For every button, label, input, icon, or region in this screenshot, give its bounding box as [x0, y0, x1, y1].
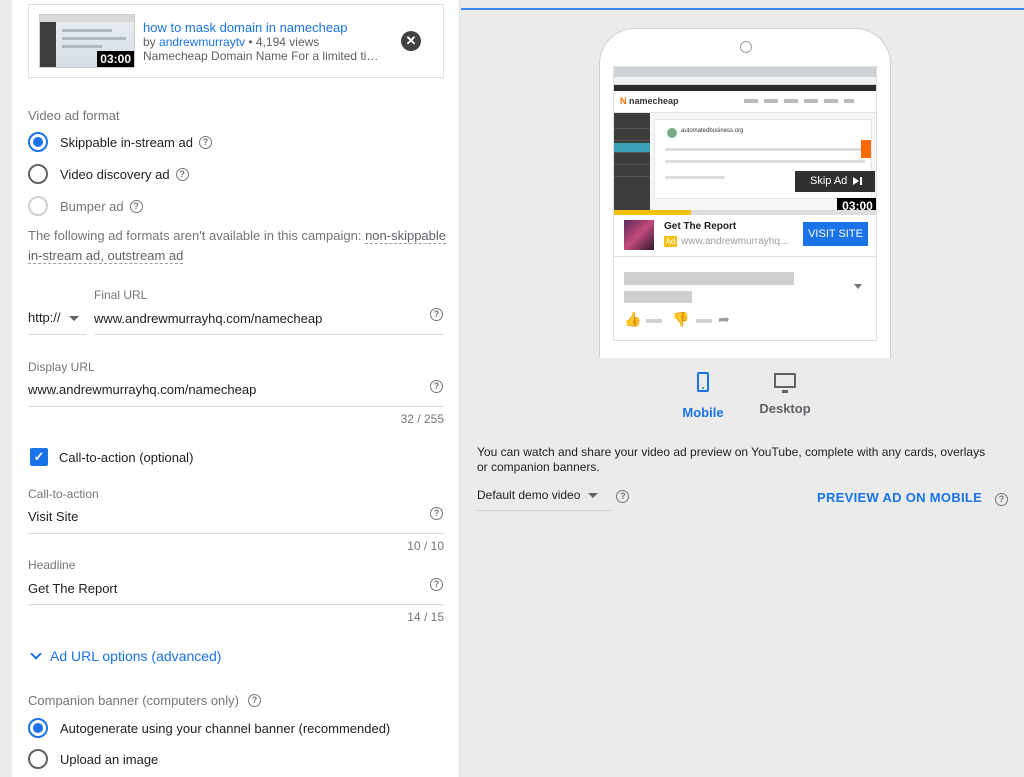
site-sidebar [614, 113, 650, 215]
preview-info-text: You can watch and share your video ad pr… [477, 445, 986, 474]
format-skippable-radio[interactable]: Skippable in-stream ad ? [28, 130, 212, 154]
expand-caret-icon [854, 284, 862, 289]
unavailable-formats-note: The following ad formats aren't availabl… [28, 228, 447, 264]
display-url-input[interactable]: www.andrewmurrayhq.com/namecheap [28, 382, 256, 397]
dropdown-caret-icon [588, 493, 599, 499]
video-thumbnail[interactable]: 03:00 [39, 14, 135, 68]
cta-overlay: Get The Report Ad www.andrewmurrayhq... … [614, 215, 876, 257]
headline-counter: 14 / 15 [407, 610, 444, 624]
visit-site-button[interactable]: VISIT SITE [803, 222, 868, 246]
radio-button[interactable] [28, 749, 48, 769]
help-icon[interactable]: ? [248, 693, 261, 707]
mobile-preview-screen: N namecheap automatedbusiness.org Skip A… [613, 66, 877, 341]
remove-video-close-icon[interactable]: ✕ [401, 31, 421, 51]
preview-ad-on-mobile-button[interactable]: PREVIEW AD ON MOBILE? [817, 490, 1009, 506]
site-domain-text: automatedbusiness.org [681, 128, 744, 134]
placeholder-subtitle-bar [624, 291, 692, 303]
dropdown-caret-icon [68, 316, 79, 322]
final-url-label: Final URL [94, 288, 148, 302]
cta-headline: Get The Report [664, 221, 737, 232]
video-meta: by andrewmurraytv • 4,194 views [143, 35, 320, 49]
channel-link[interactable]: andrewmurraytv [159, 35, 245, 49]
cta-checkbox[interactable]: ✓ [30, 448, 48, 466]
format-bumper-radio: Bumper ad ? [28, 194, 143, 218]
help-icon[interactable]: ? [616, 490, 630, 503]
monitor-icon [774, 373, 796, 393]
cta-input[interactable]: Visit Site [28, 509, 78, 524]
placeholder-title-bar [624, 272, 794, 285]
video-ad-format-label: Video ad format [28, 108, 120, 123]
panel-top-border [461, 8, 1024, 10]
headline-label: Headline [28, 558, 76, 572]
phone-icon [697, 372, 709, 392]
protocol-select[interactable]: http:// [28, 310, 79, 325]
chevron-down-icon [30, 648, 42, 660]
like-icon: 👍 [624, 311, 642, 327]
cta-display-url: www.andrewmurrayhq... [681, 236, 789, 247]
help-icon[interactable]: ? [430, 308, 443, 321]
companion-banner-label: Companion banner (computers only) ? [28, 688, 261, 712]
cta-counter: 10 / 10 [407, 539, 444, 553]
video-description: Namecheap Domain Name For a limited ti… [143, 49, 379, 63]
skip-icon [853, 177, 860, 186]
preview-video-player[interactable]: N namecheap automatedbusiness.org Skip A… [614, 67, 876, 215]
headline-input[interactable]: Get The Report [28, 581, 117, 596]
ad-preview-panel: N namecheap automatedbusiness.org Skip A… [461, 0, 1024, 777]
video-title-link[interactable]: how to mask domain in namecheap [143, 20, 348, 35]
help-icon[interactable]: ? [129, 199, 143, 213]
demo-video-select[interactable]: Default demo video? [477, 488, 630, 503]
ad-badge: Ad [664, 236, 677, 247]
ad-form-panel: 03:00 how to mask domain in namecheap by… [12, 0, 460, 777]
radio-button-selected[interactable] [28, 718, 48, 738]
display-url-label: Display URL [28, 360, 95, 374]
help-icon[interactable]: ? [430, 578, 443, 591]
help-icon[interactable]: ? [430, 380, 443, 393]
final-url-input[interactable]: www.andrewmurrayhq.com/namecheap [94, 311, 322, 326]
share-icon: ➦ [718, 311, 730, 327]
channel-thumbnail [624, 220, 654, 250]
format-discovery-radio[interactable]: Video discovery ad ? [28, 162, 189, 186]
radio-button-disabled [28, 196, 48, 216]
companion-upload-radio[interactable]: Upload an image [28, 747, 158, 771]
companion-autogenerate-radio[interactable]: Autogenerate using your channel banner (… [28, 716, 390, 740]
desktop-device-button[interactable]: Desktop [745, 372, 825, 416]
cta-label: Call-to-action [28, 487, 99, 501]
radio-button-selected[interactable] [28, 132, 48, 152]
display-url-counter: 32 / 255 [400, 412, 444, 426]
help-icon[interactable]: ? [430, 507, 443, 520]
mobile-device-button[interactable]: Mobile [663, 372, 743, 420]
skip-ad-button[interactable]: Skip Ad [795, 171, 875, 192]
namecheap-logo: N namecheap [620, 96, 679, 106]
dislike-icon: 👎 [672, 311, 690, 327]
selected-video-card[interactable]: 03:00 how to mask domain in namecheap by… [28, 4, 444, 78]
help-icon[interactable]: ? [175, 167, 189, 181]
cta-checkbox-label[interactable]: Call-to-action (optional) [59, 450, 193, 465]
video-duration: 03:00 [97, 51, 134, 67]
phone-camera [740, 41, 752, 53]
help-icon[interactable]: ? [198, 135, 212, 149]
ad-url-options-toggle[interactable]: Ad URL options (advanced) [30, 648, 221, 664]
radio-button[interactable] [28, 164, 48, 184]
help-icon[interactable]: ? [995, 493, 1009, 506]
